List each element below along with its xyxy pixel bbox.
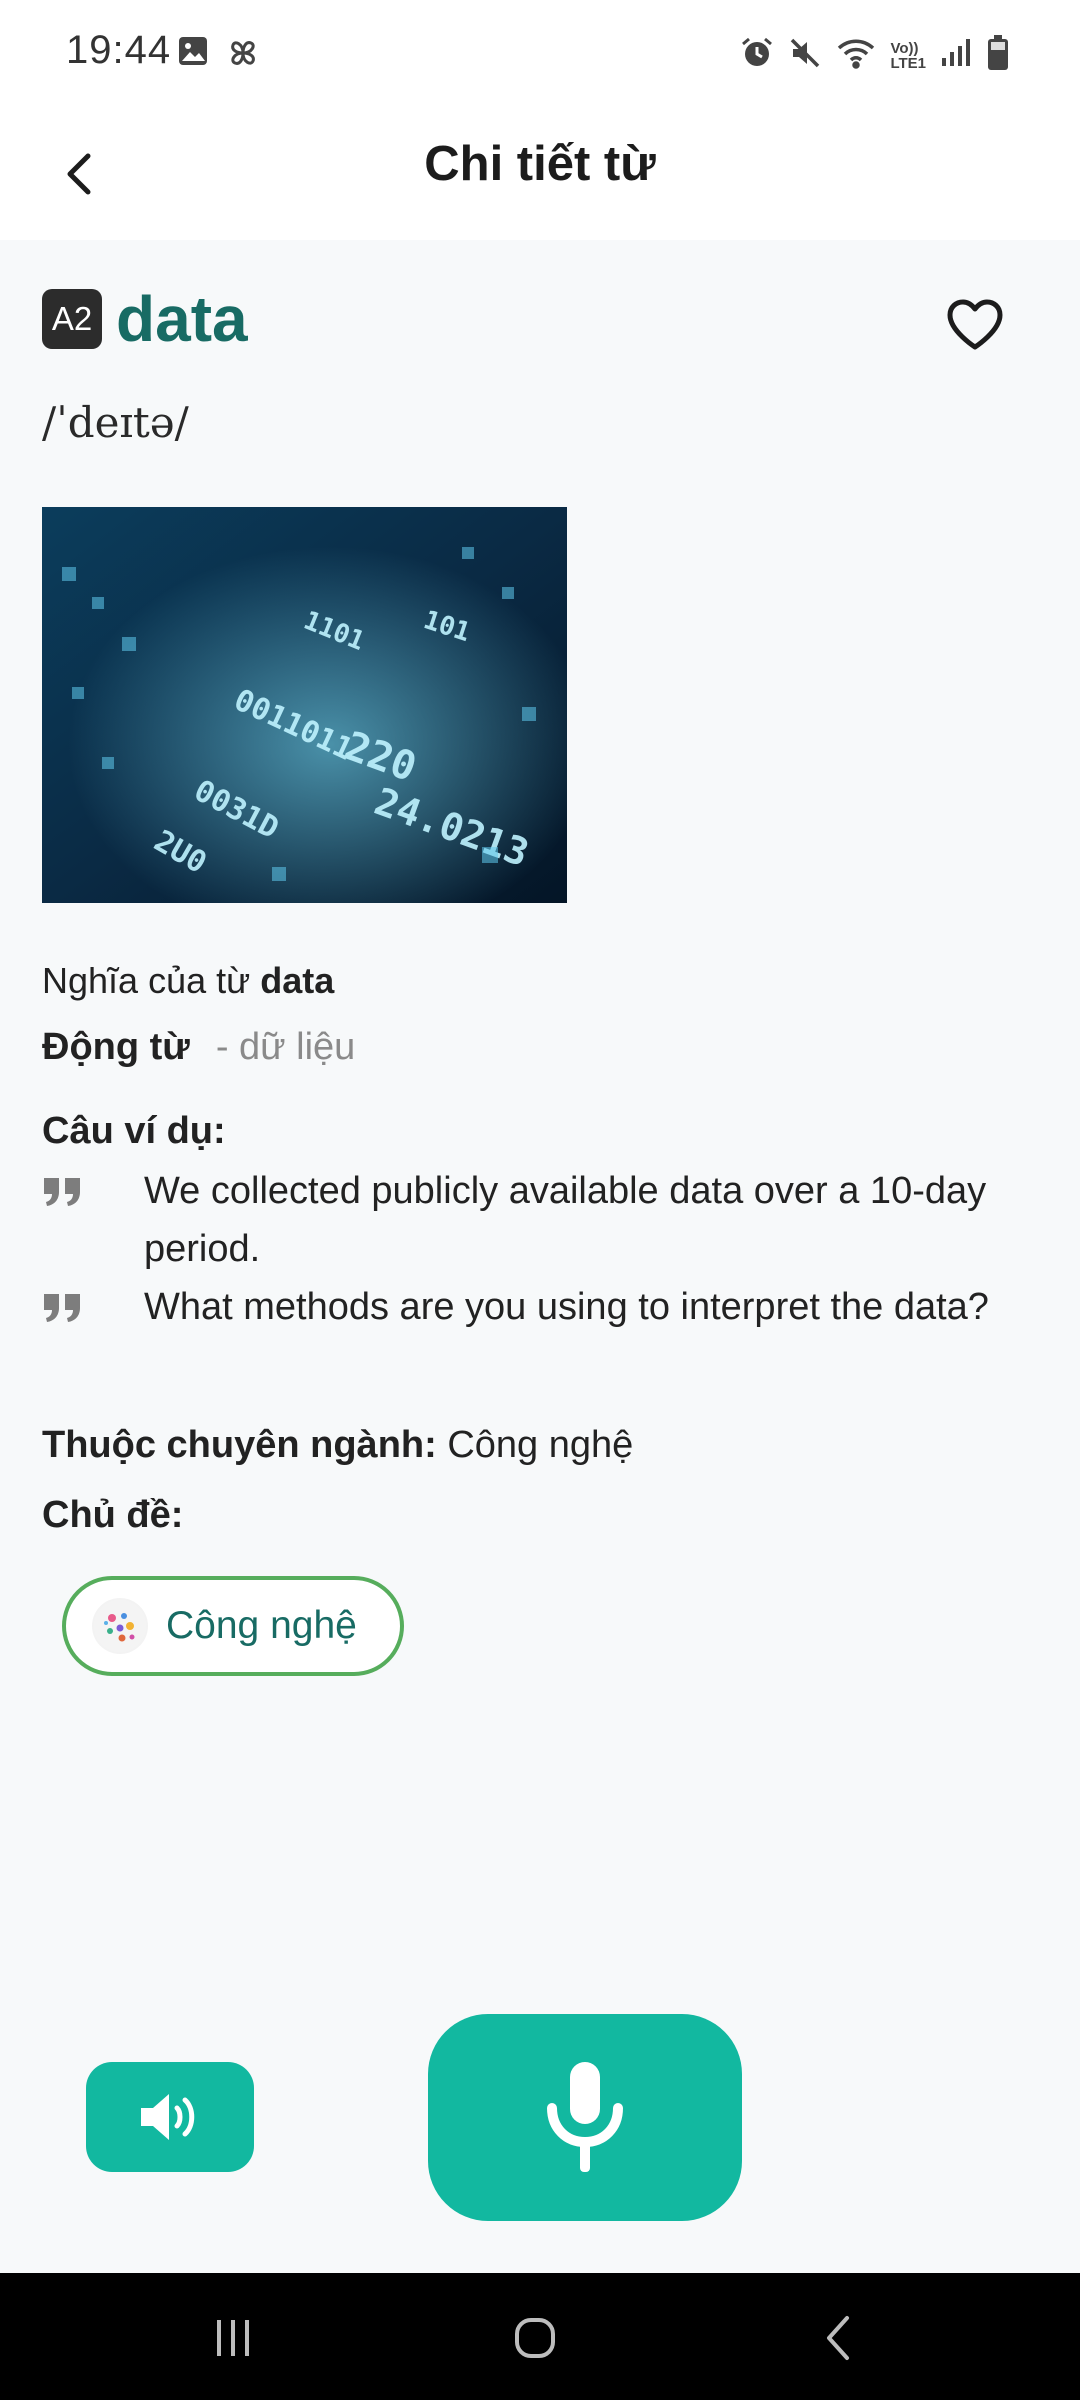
recents-button[interactable]	[193, 2303, 273, 2373]
field-label: Thuộc chuyên ngành:	[42, 1424, 437, 1466]
meaning-prefix: Nghĩa của từ	[42, 960, 251, 1001]
status-bar: 19:44 Vo)) LTE1	[0, 0, 1080, 106]
alarm-icon	[740, 36, 774, 75]
favorite-button[interactable]	[940, 290, 1010, 360]
heart-outline-icon	[947, 299, 1003, 350]
field-value: Công nghệ	[447, 1424, 634, 1466]
topic-chip[interactable]: Công nghệ	[62, 1576, 404, 1676]
word-title: data	[116, 283, 248, 355]
recents-icon	[217, 2320, 249, 2356]
back-nav-button[interactable]	[798, 2303, 878, 2373]
home-icon	[515, 2318, 555, 2358]
microphone-button[interactable]	[428, 2014, 742, 2221]
topic-chip-label: Công nghệ	[166, 1604, 357, 1647]
status-time: 19:44	[66, 28, 172, 72]
signal-icon	[940, 36, 972, 75]
wifi-icon	[836, 36, 876, 75]
quote-icon	[42, 1162, 144, 1278]
volte-bottom-label: LTE1	[890, 54, 926, 72]
example-item: We collected publicly available data ove…	[42, 1162, 1042, 1278]
phonetic: /ˈdeɪtə/	[42, 398, 189, 447]
pinwheel-icon	[224, 34, 262, 77]
examples-heading: Câu ví dụ:	[42, 1110, 226, 1152]
level-badge: A2	[42, 289, 102, 349]
definition-row: Động từ - dữ liệu	[42, 1026, 355, 1069]
battery-icon	[986, 34, 1010, 77]
topic-heading: Chủ đề:	[42, 1494, 184, 1536]
gallery-icon	[176, 34, 210, 77]
word-illustration: 220 24.0213 0011011 0031D 2U0 1101 101	[42, 507, 567, 903]
topic-icon	[92, 1598, 148, 1654]
word-heading: A2 data	[42, 282, 248, 356]
definition: - dữ liệu	[215, 1026, 356, 1068]
mute-icon	[788, 36, 822, 75]
meaning-label: Nghĩa của từ data	[42, 960, 334, 1002]
speaker-button[interactable]	[86, 2062, 254, 2172]
field-row: Thuộc chuyên ngành: Công nghệ	[42, 1424, 633, 1467]
system-nav-bar	[0, 2273, 1080, 2400]
meaning-word: data	[260, 960, 335, 1001]
status-right-icons: Vo)) LTE1	[740, 34, 1010, 77]
app-header: Chi tiết từ	[0, 106, 1080, 240]
microphone-icon	[547, 2061, 623, 2172]
example-text: What methods are you using to interpret …	[144, 1286, 989, 1328]
back-nav-icon	[827, 2316, 849, 2360]
page-title: Chi tiết từ	[424, 137, 656, 191]
volte-top-label: Vo))	[890, 39, 919, 57]
home-button[interactable]	[495, 2303, 575, 2373]
part-of-speech: Động từ	[42, 1026, 190, 1068]
status-left-icons	[176, 34, 262, 77]
example-text: We collected publicly available data ove…	[144, 1170, 987, 1270]
quote-icon	[42, 1278, 144, 1336]
volte-icon: Vo)) LTE1	[890, 41, 926, 71]
example-item: What methods are you using to interpret …	[42, 1278, 1042, 1336]
speaker-icon	[141, 2094, 195, 2140]
